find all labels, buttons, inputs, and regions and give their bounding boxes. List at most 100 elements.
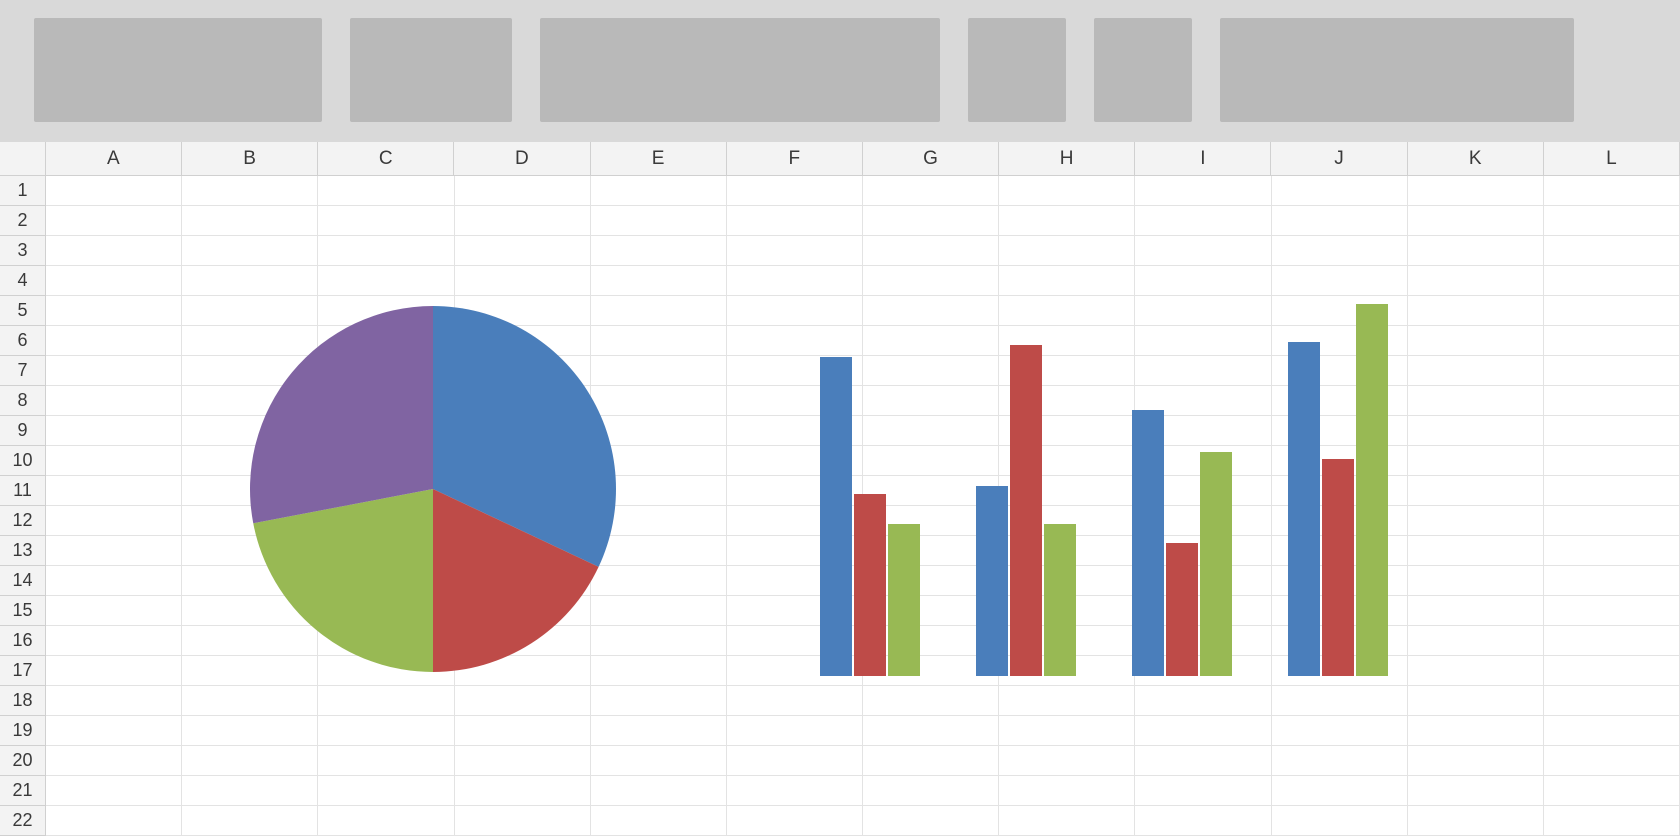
cell-E18[interactable] (591, 686, 727, 716)
cell-L12[interactable] (1544, 506, 1680, 536)
row-header-21[interactable]: 21 (0, 776, 46, 806)
cell-D18[interactable] (455, 686, 591, 716)
ribbon-group-3[interactable] (540, 18, 940, 122)
cell-A17[interactable] (46, 656, 182, 686)
cell-D1[interactable] (455, 176, 591, 206)
cell-K15[interactable] (1408, 596, 1544, 626)
cell-B4[interactable] (182, 266, 318, 296)
cell-F1[interactable] (727, 176, 863, 206)
row-header-11[interactable]: 11 (0, 476, 46, 506)
cell-F3[interactable] (727, 236, 863, 266)
cell-A2[interactable] (46, 206, 182, 236)
cell-A3[interactable] (46, 236, 182, 266)
column-header-H[interactable]: H (999, 142, 1135, 175)
cell-A14[interactable] (46, 566, 182, 596)
row-header-20[interactable]: 20 (0, 746, 46, 776)
column-header-L[interactable]: L (1544, 142, 1680, 175)
cell-D4[interactable] (455, 266, 591, 296)
row-header-16[interactable]: 16 (0, 626, 46, 656)
row-header-10[interactable]: 10 (0, 446, 46, 476)
cell-K1[interactable] (1408, 176, 1544, 206)
cell-H21[interactable] (999, 776, 1135, 806)
column-header-F[interactable]: F (727, 142, 863, 175)
ribbon-group-5[interactable] (1094, 18, 1192, 122)
cell-C4[interactable] (318, 266, 454, 296)
cell-I20[interactable] (1135, 746, 1271, 776)
cell-A5[interactable] (46, 296, 182, 326)
cell-G2[interactable] (863, 206, 999, 236)
column-header-D[interactable]: D (454, 142, 590, 175)
cell-K8[interactable] (1408, 386, 1544, 416)
cell-J2[interactable] (1272, 206, 1408, 236)
cell-C3[interactable] (318, 236, 454, 266)
column-header-E[interactable]: E (591, 142, 727, 175)
cell-I2[interactable] (1135, 206, 1271, 236)
cell-J18[interactable] (1272, 686, 1408, 716)
row-header-3[interactable]: 3 (0, 236, 46, 266)
cell-H3[interactable] (999, 236, 1135, 266)
cell-F20[interactable] (727, 746, 863, 776)
cell-K20[interactable] (1408, 746, 1544, 776)
cell-I1[interactable] (1135, 176, 1271, 206)
cell-D3[interactable] (455, 236, 591, 266)
cell-H18[interactable] (999, 686, 1135, 716)
cell-K3[interactable] (1408, 236, 1544, 266)
cell-I22[interactable] (1135, 806, 1271, 836)
cell-A19[interactable] (46, 716, 182, 746)
cell-L3[interactable] (1544, 236, 1680, 266)
cell-L19[interactable] (1544, 716, 1680, 746)
cell-E20[interactable] (591, 746, 727, 776)
cell-E2[interactable] (591, 206, 727, 236)
cell-F2[interactable] (727, 206, 863, 236)
cell-A9[interactable] (46, 416, 182, 446)
cell-K16[interactable] (1408, 626, 1544, 656)
cell-F22[interactable] (727, 806, 863, 836)
cell-L10[interactable] (1544, 446, 1680, 476)
cell-J19[interactable] (1272, 716, 1408, 746)
cell-L20[interactable] (1544, 746, 1680, 776)
cell-A16[interactable] (46, 626, 182, 656)
cell-K12[interactable] (1408, 506, 1544, 536)
cell-K21[interactable] (1408, 776, 1544, 806)
cell-I3[interactable] (1135, 236, 1271, 266)
column-header-C[interactable]: C (318, 142, 454, 175)
cell-L21[interactable] (1544, 776, 1680, 806)
cell-K18[interactable] (1408, 686, 1544, 716)
cell-G21[interactable] (863, 776, 999, 806)
cell-B18[interactable] (182, 686, 318, 716)
row-header-17[interactable]: 17 (0, 656, 46, 686)
row-header-22[interactable]: 22 (0, 806, 46, 836)
cell-A21[interactable] (46, 776, 182, 806)
cell-C20[interactable] (318, 746, 454, 776)
cell-J1[interactable] (1272, 176, 1408, 206)
cell-H20[interactable] (999, 746, 1135, 776)
cell-I21[interactable] (1135, 776, 1271, 806)
cell-A7[interactable] (46, 356, 182, 386)
cell-J3[interactable] (1272, 236, 1408, 266)
pie-chart[interactable] (250, 306, 616, 672)
cell-L22[interactable] (1544, 806, 1680, 836)
cell-J20[interactable] (1272, 746, 1408, 776)
column-header-I[interactable]: I (1135, 142, 1271, 175)
bar-chart[interactable] (820, 296, 1410, 676)
cell-D2[interactable] (455, 206, 591, 236)
cell-G1[interactable] (863, 176, 999, 206)
cell-A8[interactable] (46, 386, 182, 416)
cell-K7[interactable] (1408, 356, 1544, 386)
ribbon-group-2[interactable] (350, 18, 512, 122)
row-header-8[interactable]: 8 (0, 386, 46, 416)
cell-K17[interactable] (1408, 656, 1544, 686)
cell-C22[interactable] (318, 806, 454, 836)
cell-K5[interactable] (1408, 296, 1544, 326)
ribbon-group-4[interactable] (968, 18, 1066, 122)
row-header-1[interactable]: 1 (0, 176, 46, 206)
row-header-7[interactable]: 7 (0, 356, 46, 386)
row-header-14[interactable]: 14 (0, 566, 46, 596)
cell-B20[interactable] (182, 746, 318, 776)
row-header-13[interactable]: 13 (0, 536, 46, 566)
cell-L2[interactable] (1544, 206, 1680, 236)
cell-H2[interactable] (999, 206, 1135, 236)
cell-K10[interactable] (1408, 446, 1544, 476)
cell-F4[interactable] (727, 266, 863, 296)
cell-E3[interactable] (591, 236, 727, 266)
